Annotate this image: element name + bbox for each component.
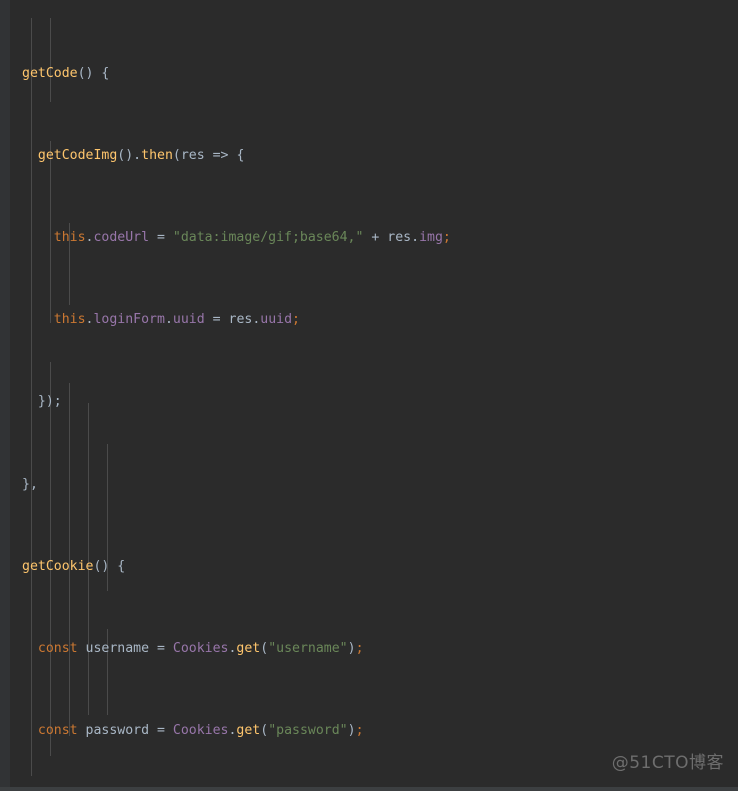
watermark: @51CTO博客 bbox=[611, 753, 724, 774]
code-editor[interactable]: getCode() { getCodeImg().then(res => { t… bbox=[0, 0, 738, 791]
code-line: const password = Cookies.get("password")… bbox=[37, 723, 364, 739]
code-line: getCodeImg().then(res => { bbox=[37, 147, 245, 163]
code-line: this.codeUrl = "data:image/gif;base64," … bbox=[53, 230, 451, 246]
editor-bottom-edge bbox=[0, 787, 738, 791]
code-line: }); bbox=[22, 394, 62, 410]
code-line: const username = Cookies.get("username")… bbox=[37, 640, 364, 656]
code-line: getCode() { bbox=[22, 65, 110, 81]
code-line: }, bbox=[22, 476, 38, 492]
editor-gutter bbox=[0, 0, 10, 791]
code-content[interactable]: getCode() { getCodeImg().then(res => { t… bbox=[0, 0, 681, 791]
code-line: getCookie() { bbox=[22, 558, 126, 574]
code-line: this.loginForm.uuid = res.uuid; bbox=[53, 312, 300, 328]
